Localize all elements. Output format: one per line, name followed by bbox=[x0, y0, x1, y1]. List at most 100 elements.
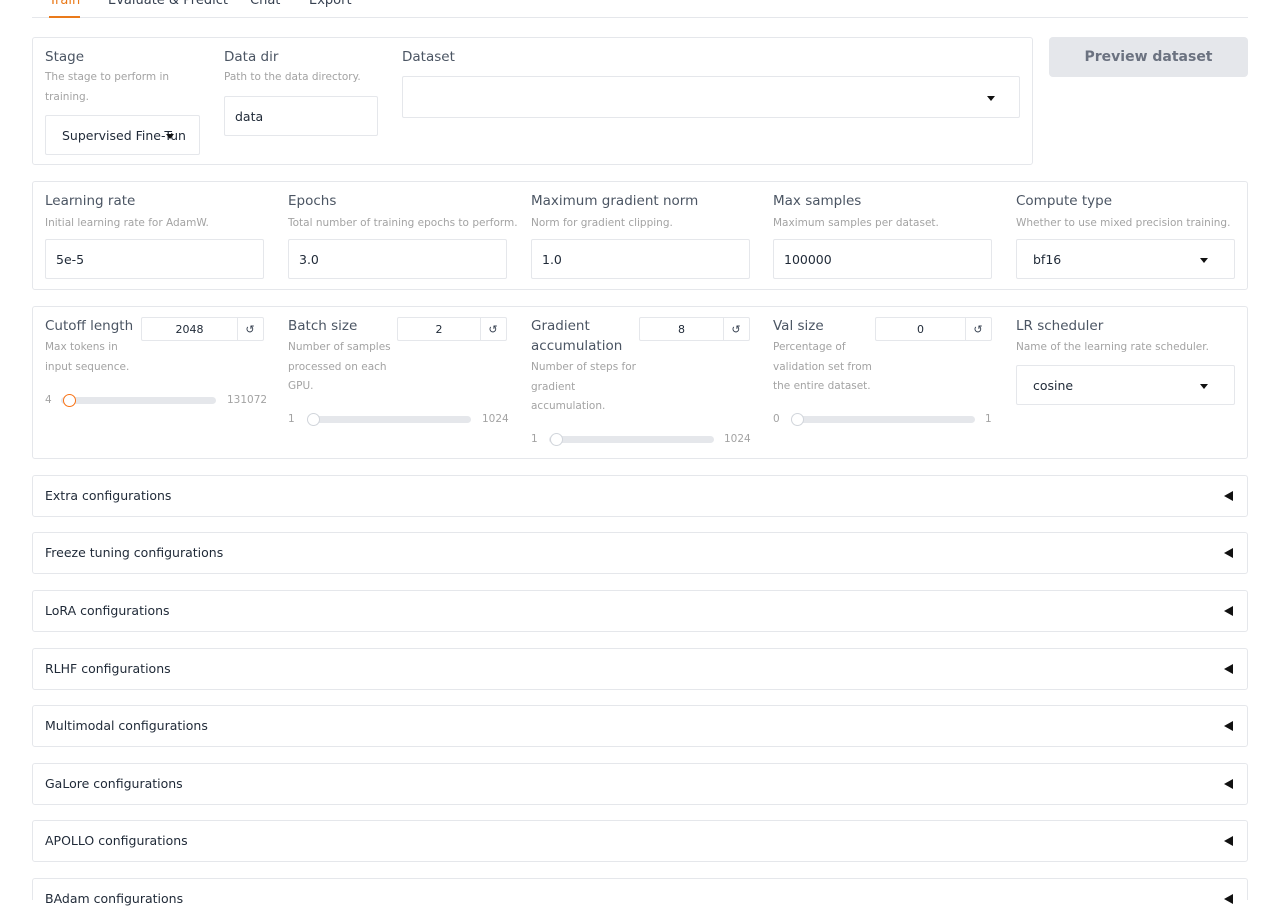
val-size-number: 0 ↺ bbox=[875, 317, 992, 341]
lr-scheduler-value: cosine bbox=[1033, 377, 1074, 393]
slider-thumb[interactable] bbox=[63, 394, 76, 407]
cutoff-length-min: 4 bbox=[45, 394, 52, 406]
main-tabs: Train Evaluate & Predict Chat Export bbox=[32, 0, 1248, 18]
data-dir-input[interactable]: data bbox=[224, 96, 378, 136]
stage-dropdown[interactable]: Supervised Fine-Tun bbox=[45, 115, 200, 155]
accordion-extra-configurations[interactable]: Extra configurations bbox=[32, 475, 1248, 517]
val-size-label: Val size bbox=[773, 318, 824, 334]
epochs-input[interactable]: 3.0 bbox=[288, 239, 507, 279]
cutoff-length-slider[interactable] bbox=[61, 394, 216, 407]
collapse-arrow-icon bbox=[1224, 548, 1233, 558]
max-samples-info: Maximum samples per dataset. bbox=[773, 217, 939, 229]
tab-train[interactable]: Train bbox=[49, 0, 81, 18]
grad-accum-min: 1 bbox=[531, 433, 538, 445]
reset-icon[interactable]: ↺ bbox=[480, 318, 506, 340]
collapse-arrow-icon bbox=[1224, 836, 1233, 846]
cutoff-length-input[interactable]: 2048 bbox=[142, 318, 238, 340]
accordion-label: LoRA configurations bbox=[45, 603, 170, 618]
accordion-lora-configurations[interactable]: LoRA configurations bbox=[32, 590, 1248, 632]
accordion-multimodal-configurations[interactable]: Multimodal configurations bbox=[32, 705, 1248, 747]
val-size-input[interactable]: 0 bbox=[876, 318, 966, 340]
lr-scheduler-label: LR scheduler bbox=[1016, 318, 1104, 334]
compute-type-dropdown[interactable]: bf16 bbox=[1016, 239, 1235, 279]
chevron-down-icon bbox=[1200, 384, 1208, 389]
batch-size-number: 2 ↺ bbox=[397, 317, 507, 341]
grad-accum-number: 8 ↺ bbox=[639, 317, 750, 341]
stage-info: The stage to perform in training. bbox=[45, 71, 170, 103]
accordion-freeze-tuning-configurations[interactable]: Freeze tuning configurations bbox=[32, 532, 1248, 574]
grad-accum-max: 1024 bbox=[724, 433, 751, 445]
accordion-label: Extra configurations bbox=[45, 488, 172, 503]
chevron-down-icon bbox=[166, 134, 174, 139]
accordion-label: Freeze tuning configurations bbox=[45, 545, 224, 560]
compute-type-info: Whether to use mixed precision training. bbox=[1016, 217, 1231, 229]
learning-rate-info: Initial learning rate for AdamW. bbox=[45, 217, 209, 229]
accordion-apollo-configurations[interactable]: APOLLO configurations bbox=[32, 820, 1248, 862]
accordion-label: RLHF configurations bbox=[45, 661, 171, 676]
grad-accum-slider[interactable] bbox=[549, 433, 714, 446]
accordion-label: APOLLO configurations bbox=[45, 833, 188, 848]
grad-accum-field: Gradient accumulation Number of steps fo… bbox=[531, 316, 641, 417]
epochs-label: Epochs bbox=[288, 193, 337, 209]
slider-thumb[interactable] bbox=[791, 413, 804, 426]
learning-rate-input[interactable]: 5e-5 bbox=[45, 239, 264, 279]
val-size-max: 1 bbox=[985, 413, 992, 425]
slider-thumb[interactable] bbox=[307, 413, 320, 426]
cutoff-length-number: 2048 ↺ bbox=[141, 317, 264, 341]
batch-size-input[interactable]: 2 bbox=[398, 318, 481, 340]
accordion-label: BAdam configurations bbox=[45, 891, 184, 906]
top-settings-panel: Stage The stage to perform in training. … bbox=[32, 37, 1033, 165]
batch-size-slider[interactable] bbox=[307, 413, 471, 426]
learning-rate-field: Learning rate Initial learning rate for … bbox=[45, 191, 275, 234]
val-size-slider[interactable] bbox=[791, 413, 975, 426]
reset-icon[interactable]: ↺ bbox=[723, 318, 749, 340]
val-size-min: 0 bbox=[773, 413, 780, 425]
val-size-field: Val size Percentage of validation set fr… bbox=[773, 316, 883, 397]
collapse-arrow-icon bbox=[1224, 491, 1233, 501]
tab-chat[interactable]: Chat bbox=[250, 0, 280, 16]
max-grad-norm-input[interactable]: 1.0 bbox=[531, 239, 750, 279]
tab-export[interactable]: Export bbox=[309, 0, 352, 16]
grad-accum-label: Gradient accumulation bbox=[531, 318, 623, 354]
lr-scheduler-field: LR scheduler Name of the learning rate s… bbox=[1016, 316, 1241, 358]
accordion-rlhf-configurations[interactable]: RLHF configurations bbox=[32, 648, 1248, 690]
sequence-args-panel: Cutoff length Max tokens in input sequen… bbox=[32, 306, 1248, 459]
stage-label: Stage bbox=[45, 49, 85, 65]
learning-rate-label: Learning rate bbox=[45, 193, 136, 209]
accordion-badam-configurations[interactable]: BAdam configurations bbox=[32, 878, 1248, 906]
max-samples-label: Max samples bbox=[773, 193, 862, 209]
max-samples-input[interactable]: 100000 bbox=[773, 239, 992, 279]
collapse-arrow-icon bbox=[1224, 894, 1233, 904]
batch-size-min: 1 bbox=[288, 413, 295, 425]
collapse-arrow-icon bbox=[1224, 721, 1233, 731]
slider-thumb[interactable] bbox=[550, 433, 563, 446]
batch-size-field: Batch size Number of samples processed o… bbox=[288, 316, 398, 397]
batch-size-info: Number of samples processed on each GPU. bbox=[288, 341, 391, 392]
max-grad-norm-info: Norm for gradient clipping. bbox=[531, 217, 673, 229]
data-dir-info: Path to the data directory. bbox=[224, 71, 361, 83]
accordion-label: GaLore configurations bbox=[45, 776, 183, 791]
compute-type-field: Compute type Whether to use mixed precis… bbox=[1016, 191, 1241, 234]
epochs-field: Epochs Total number of training epochs t… bbox=[288, 191, 518, 234]
dataset-dropdown[interactable] bbox=[402, 76, 1020, 118]
accordion-galore-configurations[interactable]: GaLore configurations bbox=[32, 763, 1248, 805]
dataset-field: Dataset bbox=[402, 47, 702, 67]
reset-icon[interactable]: ↺ bbox=[237, 318, 263, 340]
preview-dataset-button[interactable]: Preview dataset bbox=[1049, 37, 1248, 77]
accordion-label: Multimodal configurations bbox=[45, 718, 208, 733]
max-samples-field: Max samples Maximum samples per dataset. bbox=[773, 191, 1003, 234]
epochs-info: Total number of training epochs to perfo… bbox=[288, 217, 518, 229]
grad-accum-input[interactable]: 8 bbox=[640, 318, 724, 340]
collapse-arrow-icon bbox=[1224, 664, 1233, 674]
training-args-panel: Learning rate Initial learning rate for … bbox=[32, 181, 1248, 290]
data-dir-label: Data dir bbox=[224, 49, 279, 65]
max-grad-norm-field: Maximum gradient norm Norm for gradient … bbox=[531, 191, 761, 234]
tab-evaluate-predict[interactable]: Evaluate & Predict bbox=[108, 0, 228, 16]
batch-size-max: 1024 bbox=[482, 413, 509, 425]
compute-type-label: Compute type bbox=[1016, 193, 1113, 209]
data-dir-field: Data dir Path to the data directory. bbox=[224, 47, 384, 88]
compute-type-value: bf16 bbox=[1033, 251, 1062, 267]
stage-field: Stage The stage to perform in training. bbox=[45, 47, 205, 107]
reset-icon[interactable]: ↺ bbox=[965, 318, 991, 340]
lr-scheduler-dropdown[interactable]: cosine bbox=[1016, 365, 1235, 405]
